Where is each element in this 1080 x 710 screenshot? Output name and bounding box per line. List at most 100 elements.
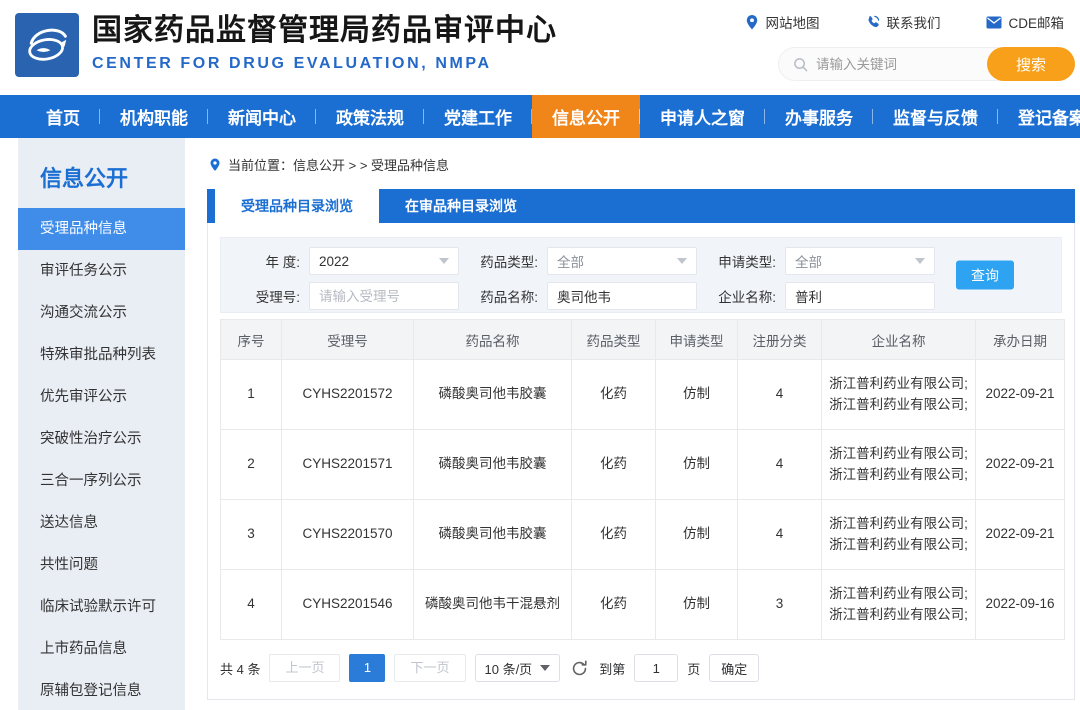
cell-no: 2: [221, 430, 282, 500]
query-button[interactable]: 查询: [956, 261, 1014, 290]
sidebar-item-clinical-trial-implied-license[interactable]: 临床试验默示许可: [18, 586, 185, 628]
search-icon: [793, 57, 808, 72]
cell-no: 1: [221, 360, 282, 430]
sitemap-link[interactable]: 网站地图: [745, 12, 819, 32]
nav-item-services[interactable]: 办事服务: [765, 95, 873, 138]
contact-link[interactable]: 联系我们: [865, 12, 940, 32]
refresh-button[interactable]: [571, 660, 588, 677]
cell-date: 2022-09-21: [976, 360, 1065, 430]
cell-company: 浙江普利药业有限公司;浙江普利药业有限公司;: [822, 570, 976, 640]
sidebar-item-accepted-varieties[interactable]: 受理品种信息: [18, 208, 185, 250]
main: 信息公开 受理品种信息 审评任务公示 沟通交流公示 特殊审批品种列表 优先审评公…: [0, 138, 1080, 710]
nav-item-party[interactable]: 党建工作: [424, 95, 532, 138]
main-nav: 首页 机构职能 新闻中心 政策法规 党建工作 信息公开 申请人之窗 办事服务 监…: [0, 95, 1080, 138]
nav-item-applicant-window[interactable]: 申请人之窗: [640, 95, 765, 138]
page-size-select[interactable]: 10 条/页: [475, 654, 561, 682]
cell-drug-type: 化药: [572, 570, 656, 640]
apply-type-select[interactable]: 全部: [785, 247, 935, 275]
search-button[interactable]: 搜索: [987, 47, 1075, 81]
table-row[interactable]: 4 CYHS2201546 磷酸奥司他韦干混悬剂 化药 仿制 3 浙江普利药业有…: [221, 570, 1065, 640]
confirm-button[interactable]: 确定: [709, 654, 759, 682]
sidebar-item-priority-review[interactable]: 优先审评公示: [18, 376, 185, 418]
breadcrumb-text: 当前位置：信息公开 > > 受理品种信息: [228, 155, 449, 174]
sidebar-item-communication[interactable]: 沟通交流公示: [18, 292, 185, 334]
nav-item-news[interactable]: 新闻中心: [208, 95, 316, 138]
sidebar-item-common-issues[interactable]: 共性问题: [18, 544, 185, 586]
sidebar-item-three-in-one[interactable]: 三合一序列公示: [18, 460, 185, 502]
cell-drug-name: 磷酸奥司他韦胶囊: [414, 360, 572, 430]
tab-under-review-catalog[interactable]: 在审品种目录浏览: [379, 189, 543, 223]
mailbox-link[interactable]: CDE邮箱: [986, 12, 1064, 32]
apply-type-value: 全部: [795, 251, 822, 271]
filter-row-1: 年 度: 2022 药品类型: 全部 申请类型: 全部: [221, 247, 1061, 275]
site-subtitle: CENTER FOR DRUG EVALUATION, NMPA: [92, 55, 557, 73]
drug-type-value: 全部: [557, 251, 584, 271]
sidebar-title: 信息公开: [18, 138, 185, 208]
content-panel: 受理品种目录浏览 在审品种目录浏览 年 度: 2022 药品类型: 全部: [207, 189, 1075, 700]
company-input[interactable]: [795, 289, 925, 304]
goto-page-input[interactable]: [634, 654, 678, 682]
cell-date: 2022-09-21: [976, 500, 1065, 570]
cell-drug-type: 化药: [572, 360, 656, 430]
page-number-1[interactable]: 1: [349, 654, 385, 682]
next-page-button[interactable]: 下一页: [394, 654, 465, 682]
cell-acceptance-no: CYHS2201571: [282, 430, 414, 500]
sidebar-item-excipient-registration[interactable]: 原辅包登记信息: [18, 670, 185, 710]
sitemap-label: 网站地图: [765, 12, 819, 32]
content: 当前位置：信息公开 > > 受理品种信息 受理品种目录浏览 在审品种目录浏览 年…: [207, 138, 1075, 710]
refresh-icon: [571, 660, 588, 677]
sidebar-item-review-tasks[interactable]: 审评任务公示: [18, 250, 185, 292]
sidebar-item-marketed-drugs[interactable]: 上市药品信息: [18, 628, 185, 670]
cell-company: 浙江普利药业有限公司;浙江普利药业有限公司;: [822, 360, 976, 430]
cde-logo: [15, 13, 79, 77]
drug-type-select[interactable]: 全部: [547, 247, 697, 275]
phone-icon: [865, 15, 880, 30]
results-table: 序号 受理号 药品名称 药品类型 申请类型 注册分类 企业名称 承办日期 1: [220, 319, 1065, 640]
table-row[interactable]: 1 CYHS2201572 磷酸奥司他韦胶囊 化药 仿制 4 浙江普利药业有限公…: [221, 360, 1065, 430]
cde-logo-icon: [19, 17, 75, 73]
pagination: 共 4 条 上一页 1 下一页 10 条/页 到第: [220, 654, 1062, 682]
cell-apply-type: 仿制: [656, 360, 738, 430]
filter-row-2: 受理号: 药品名称: 企业名称:: [221, 282, 1061, 310]
chevron-down-icon: [915, 258, 925, 264]
nav-item-home[interactable]: 首页: [26, 95, 100, 138]
cell-apply-type: 仿制: [656, 570, 738, 640]
table-row[interactable]: 3 CYHS2201570 磷酸奥司他韦胶囊 化药 仿制 4 浙江普利药业有限公…: [221, 500, 1065, 570]
drug-name-input[interactable]: [557, 289, 687, 304]
col-no: 序号: [221, 320, 282, 360]
year-label: 年 度:: [221, 251, 309, 271]
sidebar-item-breakthrough-therapy[interactable]: 突破性治疗公示: [18, 418, 185, 460]
drug-type-label: 药品类型:: [459, 251, 547, 271]
tab-accepted-catalog[interactable]: 受理品种目录浏览: [215, 189, 379, 223]
nav-item-policy[interactable]: 政策法规: [316, 95, 424, 138]
nav-item-supervision[interactable]: 监督与反馈: [873, 95, 998, 138]
col-company: 企业名称: [822, 320, 976, 360]
sidebar-item-delivery-info[interactable]: 送达信息: [18, 502, 185, 544]
year-value: 2022: [319, 254, 349, 269]
page: 国家药品监督管理局药品审评中心 CENTER FOR DRUG EVALUATI…: [0, 0, 1080, 710]
cell-reg-class: 4: [738, 500, 822, 570]
drug-name-label: 药品名称:: [459, 286, 547, 306]
prev-page-button[interactable]: 上一页: [269, 654, 340, 682]
nav-item-registration-platform[interactable]: 登记备案平台: [998, 95, 1080, 138]
year-select[interactable]: 2022: [309, 247, 459, 275]
nav-item-info-disclosure[interactable]: 信息公开: [532, 95, 640, 138]
col-acceptance-no: 受理号: [282, 320, 414, 360]
nav-item-functions[interactable]: 机构职能: [100, 95, 208, 138]
site-title: 国家药品监督管理局药品审评中心: [92, 13, 557, 49]
company-label: 企业名称:: [697, 286, 785, 306]
apply-type-label: 申请类型:: [697, 251, 785, 271]
acceptance-no-field: [309, 282, 459, 310]
sidebar-item-special-approval[interactable]: 特殊审批品种列表: [18, 334, 185, 376]
cell-acceptance-no: CYHS2201546: [282, 570, 414, 640]
mailbox-label: CDE邮箱: [1008, 12, 1064, 32]
cell-acceptance-no: CYHS2201572: [282, 360, 414, 430]
table-row[interactable]: 2 CYHS2201571 磷酸奥司他韦胶囊 化药 仿制 4 浙江普利药业有限公…: [221, 430, 1065, 500]
cell-drug-type: 化药: [572, 430, 656, 500]
total-count: 共 4 条: [220, 659, 260, 678]
company-field: [785, 282, 935, 310]
cell-drug-type: 化药: [572, 500, 656, 570]
cell-drug-name: 磷酸奥司他韦干混悬剂: [414, 570, 572, 640]
acceptance-no-input[interactable]: [319, 289, 449, 304]
cell-date: 2022-09-16: [976, 570, 1065, 640]
